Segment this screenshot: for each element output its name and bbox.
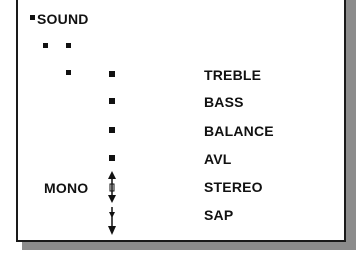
menu-title: SOUND [37,11,89,27]
menu-item-treble[interactable]: TREBLE [204,67,261,83]
square-bullet-icon [109,155,115,161]
menu-item-balance[interactable]: BALANCE [204,123,274,139]
current-value-label: MONO [44,180,89,196]
menu-item-stereo[interactable]: STEREO [204,179,263,195]
square-bullet-icon [109,98,115,104]
sound-menu-screen: SOUND TREBLE BASS BALANCE AVL MONO STERE… [0,0,360,255]
level-marker-icon [43,43,48,48]
menu-item-avl[interactable]: AVL [204,151,232,167]
up-down-arrow-icon[interactable] [105,171,119,235]
square-bullet-icon [109,127,115,133]
sound-menu-panel [16,0,346,242]
menu-item-bass[interactable]: BASS [204,94,244,110]
title-bullet-icon [30,15,35,20]
level-marker-icon [66,43,71,48]
menu-item-sap[interactable]: SAP [204,207,233,223]
level-marker-icon [66,70,71,75]
square-bullet-icon [109,71,115,77]
